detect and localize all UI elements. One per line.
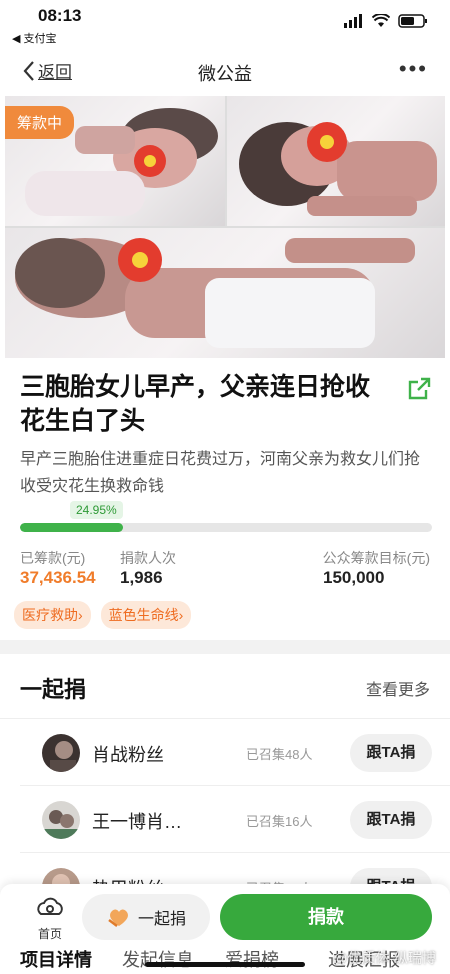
donate-button[interactable]: 捐款 <box>220 894 432 940</box>
donate-together-button[interactable]: 一起捐 <box>82 894 210 940</box>
project-subtitle: 早产三胞胎住进重症日花费过万，河南父亲为救女儿们抢收受灾花生换救命钱 <box>20 451 421 495</box>
project-title: 三胞胎女儿早产，父亲连日抢收花生白了头 <box>20 373 371 435</box>
status-badge: 筹款中 <box>5 106 75 139</box>
page-title: 微公益 <box>198 64 252 84</box>
group-count: 已召集16人 <box>246 814 313 829</box>
back-to-app-link[interactable]: ◀ 支付宝 <box>12 30 57 46</box>
list-item: 肖战粉丝 已召集48人 跟TA捐 <box>0 720 450 786</box>
heart-hands-icon <box>108 909 128 927</box>
baby-photo-3 <box>5 228 445 358</box>
tab-project-details[interactable]: 项目详情 <box>20 946 92 972</box>
bottom-action-bar: 首页 一起捐 捐款 <box>0 884 450 950</box>
status-time: 08:13 <box>38 6 82 25</box>
more-menu-button[interactable]: ••• <box>399 56 428 82</box>
battery-icon <box>398 14 427 28</box>
wifi-icon <box>372 14 390 27</box>
home-icon <box>37 897 63 915</box>
status-icons <box>344 14 428 28</box>
tag-list: 医疗救助› 蓝色生命线› <box>14 601 192 629</box>
tab-initiator-info[interactable]: 发起信息 <box>122 946 194 972</box>
raised-value: 37,436.54 <box>20 568 96 587</box>
divider-line <box>20 785 450 786</box>
progress-bar <box>20 523 432 532</box>
group-count: 已召集48人 <box>246 747 313 762</box>
progress-fill <box>20 523 123 532</box>
follow-donate-button[interactable]: 跟TA捐 <box>350 801 432 839</box>
home-label: 首页 <box>37 927 62 941</box>
together-section-title: 一起捐 <box>20 677 87 702</box>
goal-value: 150,000 <box>323 568 385 587</box>
donors-value: 1,986 <box>120 568 163 587</box>
tag-blue-lifeline[interactable]: 蓝色生命线› <box>100 601 192 629</box>
tab-donation-ranking[interactable]: 爱捐榜 <box>225 946 279 972</box>
donors-label: 捐款人次 <box>120 550 176 566</box>
home-button[interactable]: 首页 <box>28 896 72 942</box>
tag-medical-aid[interactable]: 医疗救助› <box>14 601 91 629</box>
group-name: 王一博肖… <box>92 812 182 832</box>
divider-line <box>0 718 450 719</box>
raised-label: 已筹款(元) <box>20 550 86 566</box>
home-indicator <box>145 962 305 967</box>
signal-icon <box>344 14 362 28</box>
divider-line <box>20 852 450 853</box>
follow-donate-button[interactable]: 跟TA捐 <box>350 734 432 772</box>
group-name: 肖战粉丝 <box>92 745 164 765</box>
donate-together-label: 一起捐 <box>137 911 186 928</box>
avatar <box>42 801 80 839</box>
view-more-link[interactable]: 查看更多 <box>366 676 430 700</box>
watermark: @优质体-纵瑞博 <box>333 950 436 966</box>
list-item: 王一博肖… 已召集16人 跟TA捐 <box>0 787 450 853</box>
baby-photo-2 <box>227 96 445 226</box>
goal-label: 公众筹款目标(元) <box>322 550 430 566</box>
section-divider <box>0 640 450 654</box>
avatar <box>42 734 80 772</box>
status-bar: 08:13 ◀ 支付宝 <box>0 0 450 46</box>
nav-bar: 返回 微公益 ••• <box>0 46 450 96</box>
share-icon[interactable] <box>406 376 432 402</box>
hero-image[interactable]: 筹款中 <box>5 96 445 358</box>
progress-percent: 24.95% <box>70 501 123 519</box>
